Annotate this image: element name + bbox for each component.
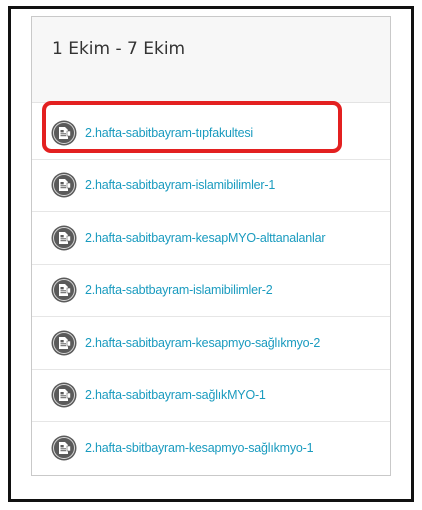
video-file-icon: [51, 225, 77, 251]
section-title: 1 Ekim - 7 Ekim: [52, 39, 186, 59]
highlight-box: [42, 101, 342, 153]
activity-item[interactable]: 2.hafta-sabitbayram-kesapmyo-sağlıkmyo-2: [32, 317, 390, 370]
activity-link[interactable]: 2.hafta-sabitbayram-islamibilimler-1: [85, 178, 275, 192]
section-header: 1 Ekim - 7 Ekim: [32, 17, 390, 103]
activity-link[interactable]: 2.hafta-sabitbayram-kesapMYO-alttanalanl…: [85, 231, 326, 245]
activity-link[interactable]: 2.hafta-sbitbayram-kesapmyo-sağlıkmyo-1: [85, 441, 314, 455]
activity-link[interactable]: 2.hafta-sabtbayram-islamibilimler-2: [85, 283, 273, 297]
activity-item[interactable]: 2.hafta-sabtbayram-islamibilimler-2: [32, 265, 390, 317]
video-file-icon: [51, 172, 77, 198]
activity-list: 2.hafta-sabitbayram-tıpfakultesi 2.hafta…: [32, 107, 390, 475]
activity-link[interactable]: 2.hafta-sabitbayram-kesapmyo-sağlıkmyo-2: [85, 336, 320, 350]
activity-item[interactable]: 2.hafta-sbitbayram-kesapmyo-sağlıkmyo-1: [32, 422, 390, 475]
course-section-panel: 1 Ekim - 7 Ekim 2.hafta-sabitbayram-tıpf…: [31, 16, 391, 476]
video-file-icon: [51, 435, 77, 461]
video-file-icon: [51, 330, 77, 356]
activity-link[interactable]: 2.hafta-sabitbayram-sağlıkMYO-1: [85, 388, 266, 402]
video-file-icon: [51, 277, 77, 303]
video-file-icon: [51, 382, 77, 408]
activity-item[interactable]: 2.hafta-sabitbayram-islamibilimler-1: [32, 160, 390, 212]
activity-item[interactable]: 2.hafta-sabitbayram-sağlıkMYO-1: [32, 370, 390, 422]
activity-item[interactable]: 2.hafta-sabitbayram-kesapMYO-alttanalanl…: [32, 212, 390, 265]
